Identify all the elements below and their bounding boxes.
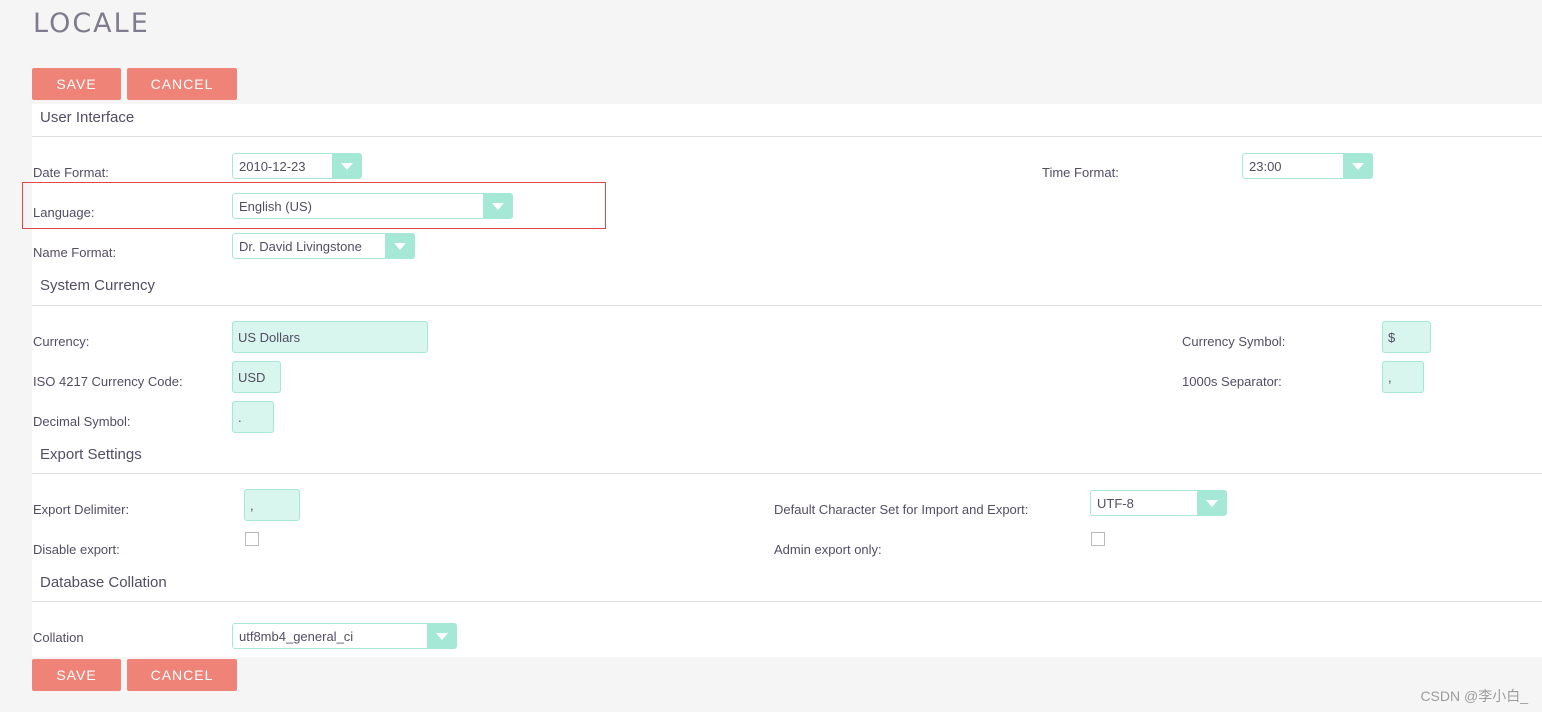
export-delimiter-input[interactable] xyxy=(244,489,300,521)
iso-currency-code-label: ISO 4217 Currency Code: xyxy=(33,374,183,389)
section-divider xyxy=(32,601,1542,602)
default-charset-select[interactable]: UTF-8 xyxy=(1090,490,1227,516)
date-format-select[interactable]: 2010-12-23 xyxy=(232,153,362,179)
chevron-down-icon xyxy=(332,154,361,178)
admin-export-only-checkbox[interactable] xyxy=(1091,532,1105,546)
currency-symbol-label: Currency Symbol: xyxy=(1182,334,1286,349)
thousands-separator-input[interactable] xyxy=(1382,361,1424,393)
section-divider xyxy=(32,473,1542,474)
section-divider xyxy=(32,136,1542,137)
page-title: LOCALE xyxy=(33,8,150,39)
save-button-top[interactable]: SAVE xyxy=(32,68,121,100)
iso-currency-code-input[interactable] xyxy=(232,361,281,393)
default-charset-value: UTF-8 xyxy=(1097,496,1134,511)
admin-export-only-label: Admin export only: xyxy=(774,542,882,557)
decimal-symbol-input[interactable] xyxy=(232,401,274,433)
cancel-button-top[interactable]: CANCEL xyxy=(127,68,237,100)
name-format-label: Name Format: xyxy=(33,245,117,260)
currency-input[interactable] xyxy=(232,321,428,353)
time-format-label: Time Format: xyxy=(1042,165,1119,180)
collation-value: utf8mb4_general_ci xyxy=(239,629,354,644)
chevron-down-icon xyxy=(1343,154,1372,178)
chevron-down-icon xyxy=(1197,491,1226,515)
currency-symbol-input[interactable] xyxy=(1382,321,1431,353)
chevron-down-icon xyxy=(427,624,456,648)
save-button-bottom[interactable]: SAVE xyxy=(32,659,121,691)
collation-label: Collation xyxy=(33,630,84,645)
thousands-separator-label: 1000s Separator: xyxy=(1182,374,1282,389)
watermark-text: CSDN @李小白_ xyxy=(1420,688,1528,704)
section-heading-database-collation: Database Collation xyxy=(40,574,167,591)
chevron-down-icon xyxy=(385,234,414,258)
collation-select[interactable]: utf8mb4_general_ci xyxy=(232,623,457,649)
export-delimiter-label: Export Delimiter: xyxy=(33,502,130,517)
decimal-symbol-label: Decimal Symbol: xyxy=(33,414,131,429)
disable-export-label: Disable export: xyxy=(33,542,120,557)
date-format-label: Date Format: xyxy=(33,165,109,180)
section-heading-user-interface: User Interface xyxy=(40,109,135,126)
cancel-button-bottom[interactable]: CANCEL xyxy=(127,659,237,691)
name-format-value: Dr. David Livingstone xyxy=(239,239,362,254)
currency-label: Currency: xyxy=(33,334,90,349)
name-format-select[interactable]: Dr. David Livingstone xyxy=(232,233,415,259)
section-divider xyxy=(32,305,1542,306)
section-heading-system-currency: System Currency xyxy=(40,277,156,294)
date-format-value: 2010-12-23 xyxy=(239,159,306,174)
section-heading-export-settings: Export Settings xyxy=(40,446,142,463)
language-highlight-box xyxy=(22,182,606,229)
time-format-select[interactable]: 23:00 xyxy=(1242,153,1373,179)
time-format-value: 23:00 xyxy=(1249,159,1282,174)
default-charset-label: Default Character Set for Import and Exp… xyxy=(774,502,1029,517)
disable-export-checkbox[interactable] xyxy=(245,532,259,546)
